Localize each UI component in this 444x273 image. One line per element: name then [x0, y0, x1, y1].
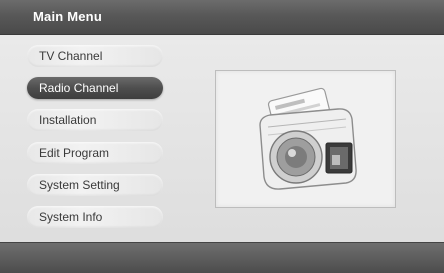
menu-item-edit-program[interactable]: Edit Program	[27, 142, 163, 164]
menu-title: Main Menu	[33, 9, 102, 24]
title-bar: Main Menu	[0, 0, 444, 35]
main-menu-screen: Main Menu TV Channel Radio Channel Insta…	[0, 0, 444, 273]
radio-icon	[259, 87, 357, 190]
bottom-bar	[0, 242, 444, 273]
menu-item-installation[interactable]: Installation	[27, 109, 163, 131]
menu-item-system-setting[interactable]: System Setting	[27, 174, 163, 196]
menu-item-tv-channel[interactable]: TV Channel	[27, 45, 163, 67]
menu-item-radio-channel[interactable]: Radio Channel	[27, 77, 163, 99]
menu-item-system-info[interactable]: System Info	[27, 206, 163, 228]
preview-panel	[215, 70, 396, 208]
